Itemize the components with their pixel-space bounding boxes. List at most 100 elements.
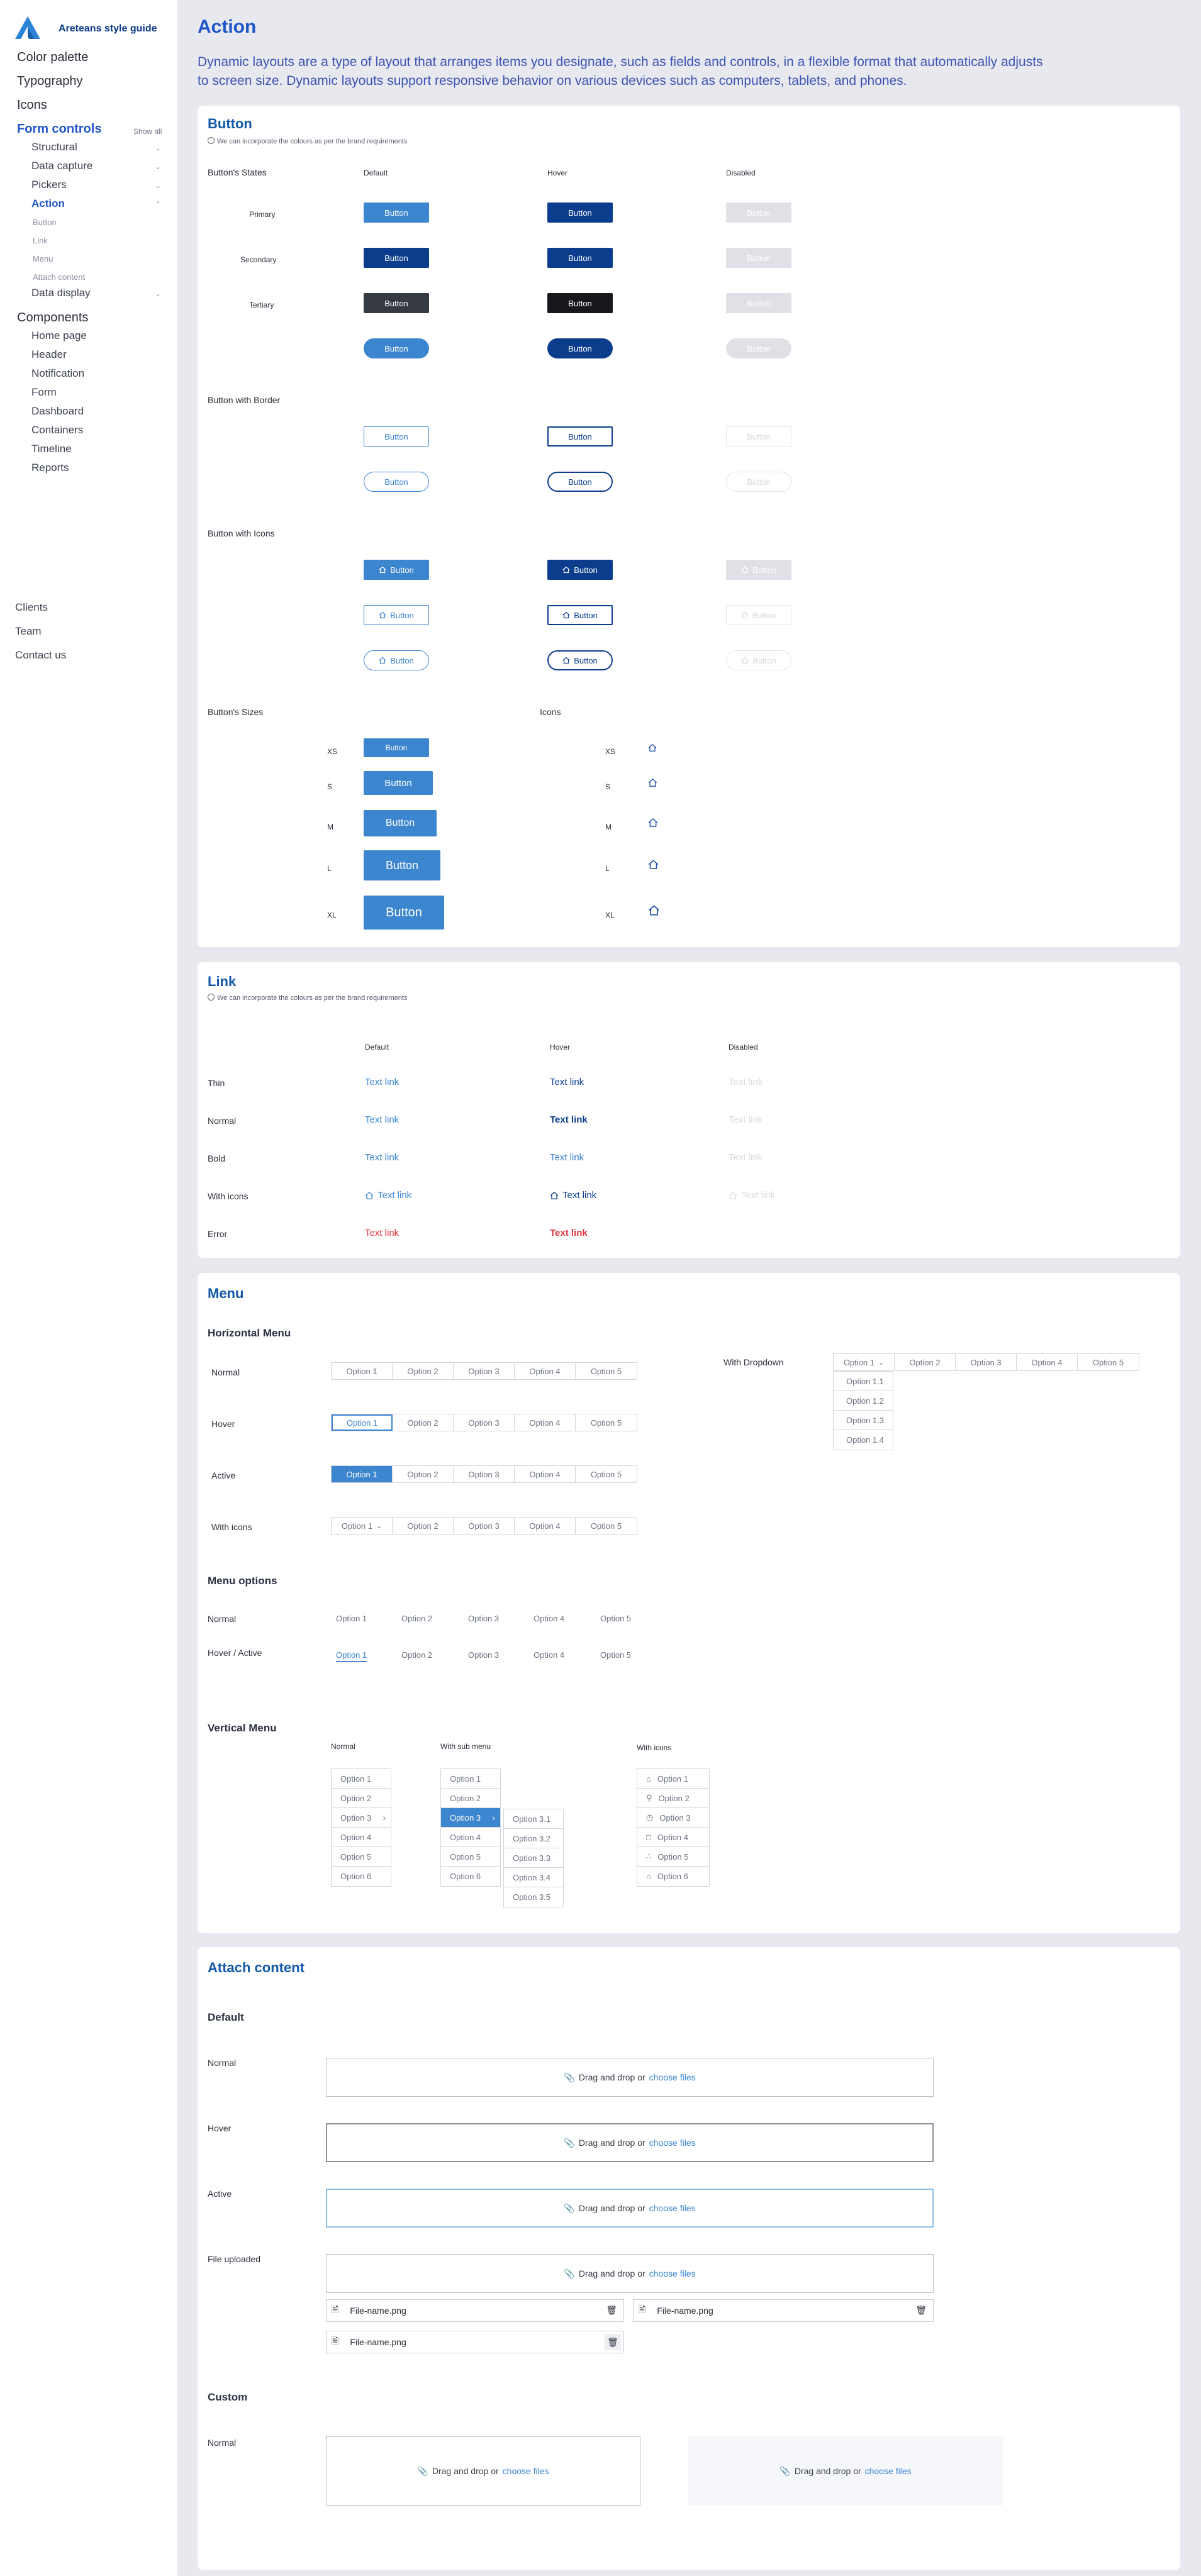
menu-option[interactable]: Option 3: [454, 1466, 515, 1482]
chevron-down-icon[interactable]: ⌄: [155, 162, 161, 171]
menu-option[interactable]: Option 2: [393, 1518, 454, 1534]
vmenu-option[interactable]: ⚲ Option 2: [637, 1789, 709, 1808]
vmenu-option[interactable]: □ Option 4: [637, 1828, 709, 1847]
menu-text-option[interactable]: Option 4: [533, 1650, 564, 1660]
outline-pill-icon-button-hover[interactable]: Button: [547, 650, 613, 670]
nav-timeline[interactable]: Timeline: [31, 443, 72, 455]
normal-link-hover[interactable]: Text link: [550, 1114, 588, 1125]
menu-option[interactable]: Option 1: [332, 1363, 393, 1379]
dropdown-option[interactable]: Option 1.1: [834, 1372, 893, 1391]
nav-containers[interactable]: Containers: [31, 424, 83, 436]
vmenu-option[interactable]: ◷ Option 3: [637, 1808, 709, 1828]
vmenu-option[interactable]: Option 2: [441, 1789, 500, 1808]
menu-option-dropdown[interactable]: Option 1 ⌄: [834, 1354, 895, 1370]
nav-reports[interactable]: Reports: [31, 462, 69, 474]
menu-option[interactable]: Option 4: [515, 1518, 576, 1534]
menu-option[interactable]: Option 3: [454, 1518, 515, 1534]
dropdown-option[interactable]: Option 1.2: [834, 1391, 893, 1411]
dropdown-option[interactable]: Option 1.4: [834, 1430, 893, 1450]
nav-data-display[interactable]: Data display: [31, 287, 91, 299]
menu-text-option[interactable]: Option 5: [600, 1614, 631, 1623]
drop-zone-active[interactable]: 📎 Drag and drop or choose files: [326, 2189, 934, 2228]
submenu-option[interactable]: Option 3.2: [504, 1829, 563, 1848]
choose-files-link[interactable]: choose files: [503, 2466, 549, 2476]
nav-data-capture[interactable]: Data capture: [31, 160, 92, 172]
menu-option[interactable]: Option 2: [393, 1466, 454, 1482]
tertiary-button[interactable]: Button: [364, 293, 429, 313]
menu-text-option-active[interactable]: Option 1: [336, 1650, 367, 1662]
vmenu-option[interactable]: Option 6: [441, 1867, 500, 1886]
submenu-option[interactable]: Option 3.4: [504, 1868, 563, 1887]
menu-text-option[interactable]: Option 2: [401, 1614, 432, 1623]
menu-option[interactable]: Option 4: [1017, 1354, 1078, 1370]
nav-form[interactable]: Form: [31, 386, 57, 399]
choose-files-link[interactable]: choose files: [649, 2072, 696, 2082]
menu-text-option[interactable]: Option 1: [336, 1614, 367, 1623]
nav-color-palette[interactable]: Color palette: [17, 50, 88, 65]
drop-zone-uploaded[interactable]: 📎 Drag and drop or choose files: [326, 2254, 934, 2293]
chevron-down-icon[interactable]: ⌄: [155, 143, 161, 152]
menu-option[interactable]: Option 2: [393, 1363, 454, 1379]
vmenu-option[interactable]: Option 6: [332, 1867, 391, 1886]
icon-button[interactable]: Button: [364, 560, 429, 580]
outline-button[interactable]: Button: [364, 426, 429, 447]
outline-icon-button[interactable]: Button: [364, 605, 429, 625]
button-s[interactable]: Button: [364, 771, 433, 795]
primary-button[interactable]: Button: [364, 203, 429, 223]
outline-button-hover[interactable]: Button: [547, 426, 613, 447]
primary-button-hover[interactable]: Button: [547, 203, 613, 223]
vmenu-option[interactable]: Option 5: [441, 1847, 500, 1867]
submenu-option[interactable]: Option 3.1: [504, 1809, 563, 1829]
nav-components[interactable]: Components: [17, 311, 88, 325]
choose-files-link[interactable]: choose files: [649, 2268, 696, 2279]
nav-pickers[interactable]: Pickers: [31, 179, 67, 191]
nav-icons[interactable]: Icons: [17, 98, 47, 113]
menu-option-active[interactable]: Option 1: [332, 1466, 393, 1482]
chevron-down-icon[interactable]: ⌄: [155, 289, 161, 298]
bold-link-hover[interactable]: Text link: [550, 1152, 584, 1163]
menu-option[interactable]: Option 2: [393, 1414, 454, 1431]
trash-icon[interactable]: 🗑: [605, 2334, 621, 2350]
vmenu-option[interactable]: ⌂ Option 1: [637, 1769, 709, 1789]
nav-menu[interactable]: Menu: [33, 254, 53, 264]
menu-option[interactable]: Option 3: [454, 1414, 515, 1431]
menu-option[interactable]: Option 4: [515, 1414, 576, 1431]
button-m[interactable]: Button: [364, 810, 437, 836]
custom-drop-zone[interactable]: 📎 Drag and drop or choose files: [326, 2436, 640, 2506]
nav-form-controls[interactable]: Form controls: [17, 122, 101, 136]
dropdown-option[interactable]: Option 1.3: [834, 1411, 893, 1430]
vmenu-option[interactable]: ⌂ Option 6: [637, 1867, 709, 1886]
trash-icon[interactable]: 🗑: [915, 2305, 927, 2316]
drop-zone-hover[interactable]: 📎 Drag and drop or choose files: [326, 2123, 934, 2162]
menu-option[interactable]: Option 5: [576, 1363, 637, 1379]
nav-home-page[interactable]: Home page: [31, 330, 87, 342]
bold-link[interactable]: Text link: [365, 1152, 399, 1163]
menu-option[interactable]: Option 2: [895, 1354, 956, 1370]
button-xs[interactable]: Button: [364, 738, 429, 757]
vmenu-option[interactable]: Option 5: [332, 1847, 391, 1867]
nav-contact-us[interactable]: Contact us: [15, 649, 66, 662]
menu-option[interactable]: Option 5: [1078, 1354, 1139, 1370]
submenu-option[interactable]: Option 3.3: [504, 1848, 563, 1868]
menu-option-hover[interactable]: Option 1: [332, 1414, 393, 1431]
menu-option[interactable]: Option 5: [576, 1518, 637, 1534]
nav-notification[interactable]: Notification: [31, 367, 84, 380]
thin-link-hover[interactable]: Text link: [550, 1077, 584, 1087]
menu-option[interactable]: Option 3: [454, 1363, 515, 1379]
menu-text-option[interactable]: Option 3: [468, 1650, 499, 1660]
tertiary-button-hover[interactable]: Button: [547, 293, 613, 313]
thin-link[interactable]: Text link: [365, 1077, 399, 1087]
custom-drop-zone-filled[interactable]: 📎 Drag and drop or choose files: [688, 2436, 1003, 2506]
pill-button-hover[interactable]: Button: [547, 338, 613, 358]
nav-clients[interactable]: Clients: [15, 601, 48, 614]
secondary-button[interactable]: Button: [364, 248, 429, 268]
menu-text-option[interactable]: Option 3: [468, 1614, 499, 1623]
choose-files-link[interactable]: choose files: [865, 2466, 912, 2476]
vmenu-option[interactable]: ∴ Option 5: [637, 1847, 709, 1867]
nav-header[interactable]: Header: [31, 348, 67, 361]
vmenu-option[interactable]: Option 2: [332, 1789, 391, 1808]
vmenu-option[interactable]: Option 1: [441, 1769, 500, 1789]
nav-link[interactable]: Link: [33, 236, 48, 245]
icon-link-hover[interactable]: Text link: [550, 1190, 596, 1201]
nav-action[interactable]: Action: [31, 197, 65, 210]
